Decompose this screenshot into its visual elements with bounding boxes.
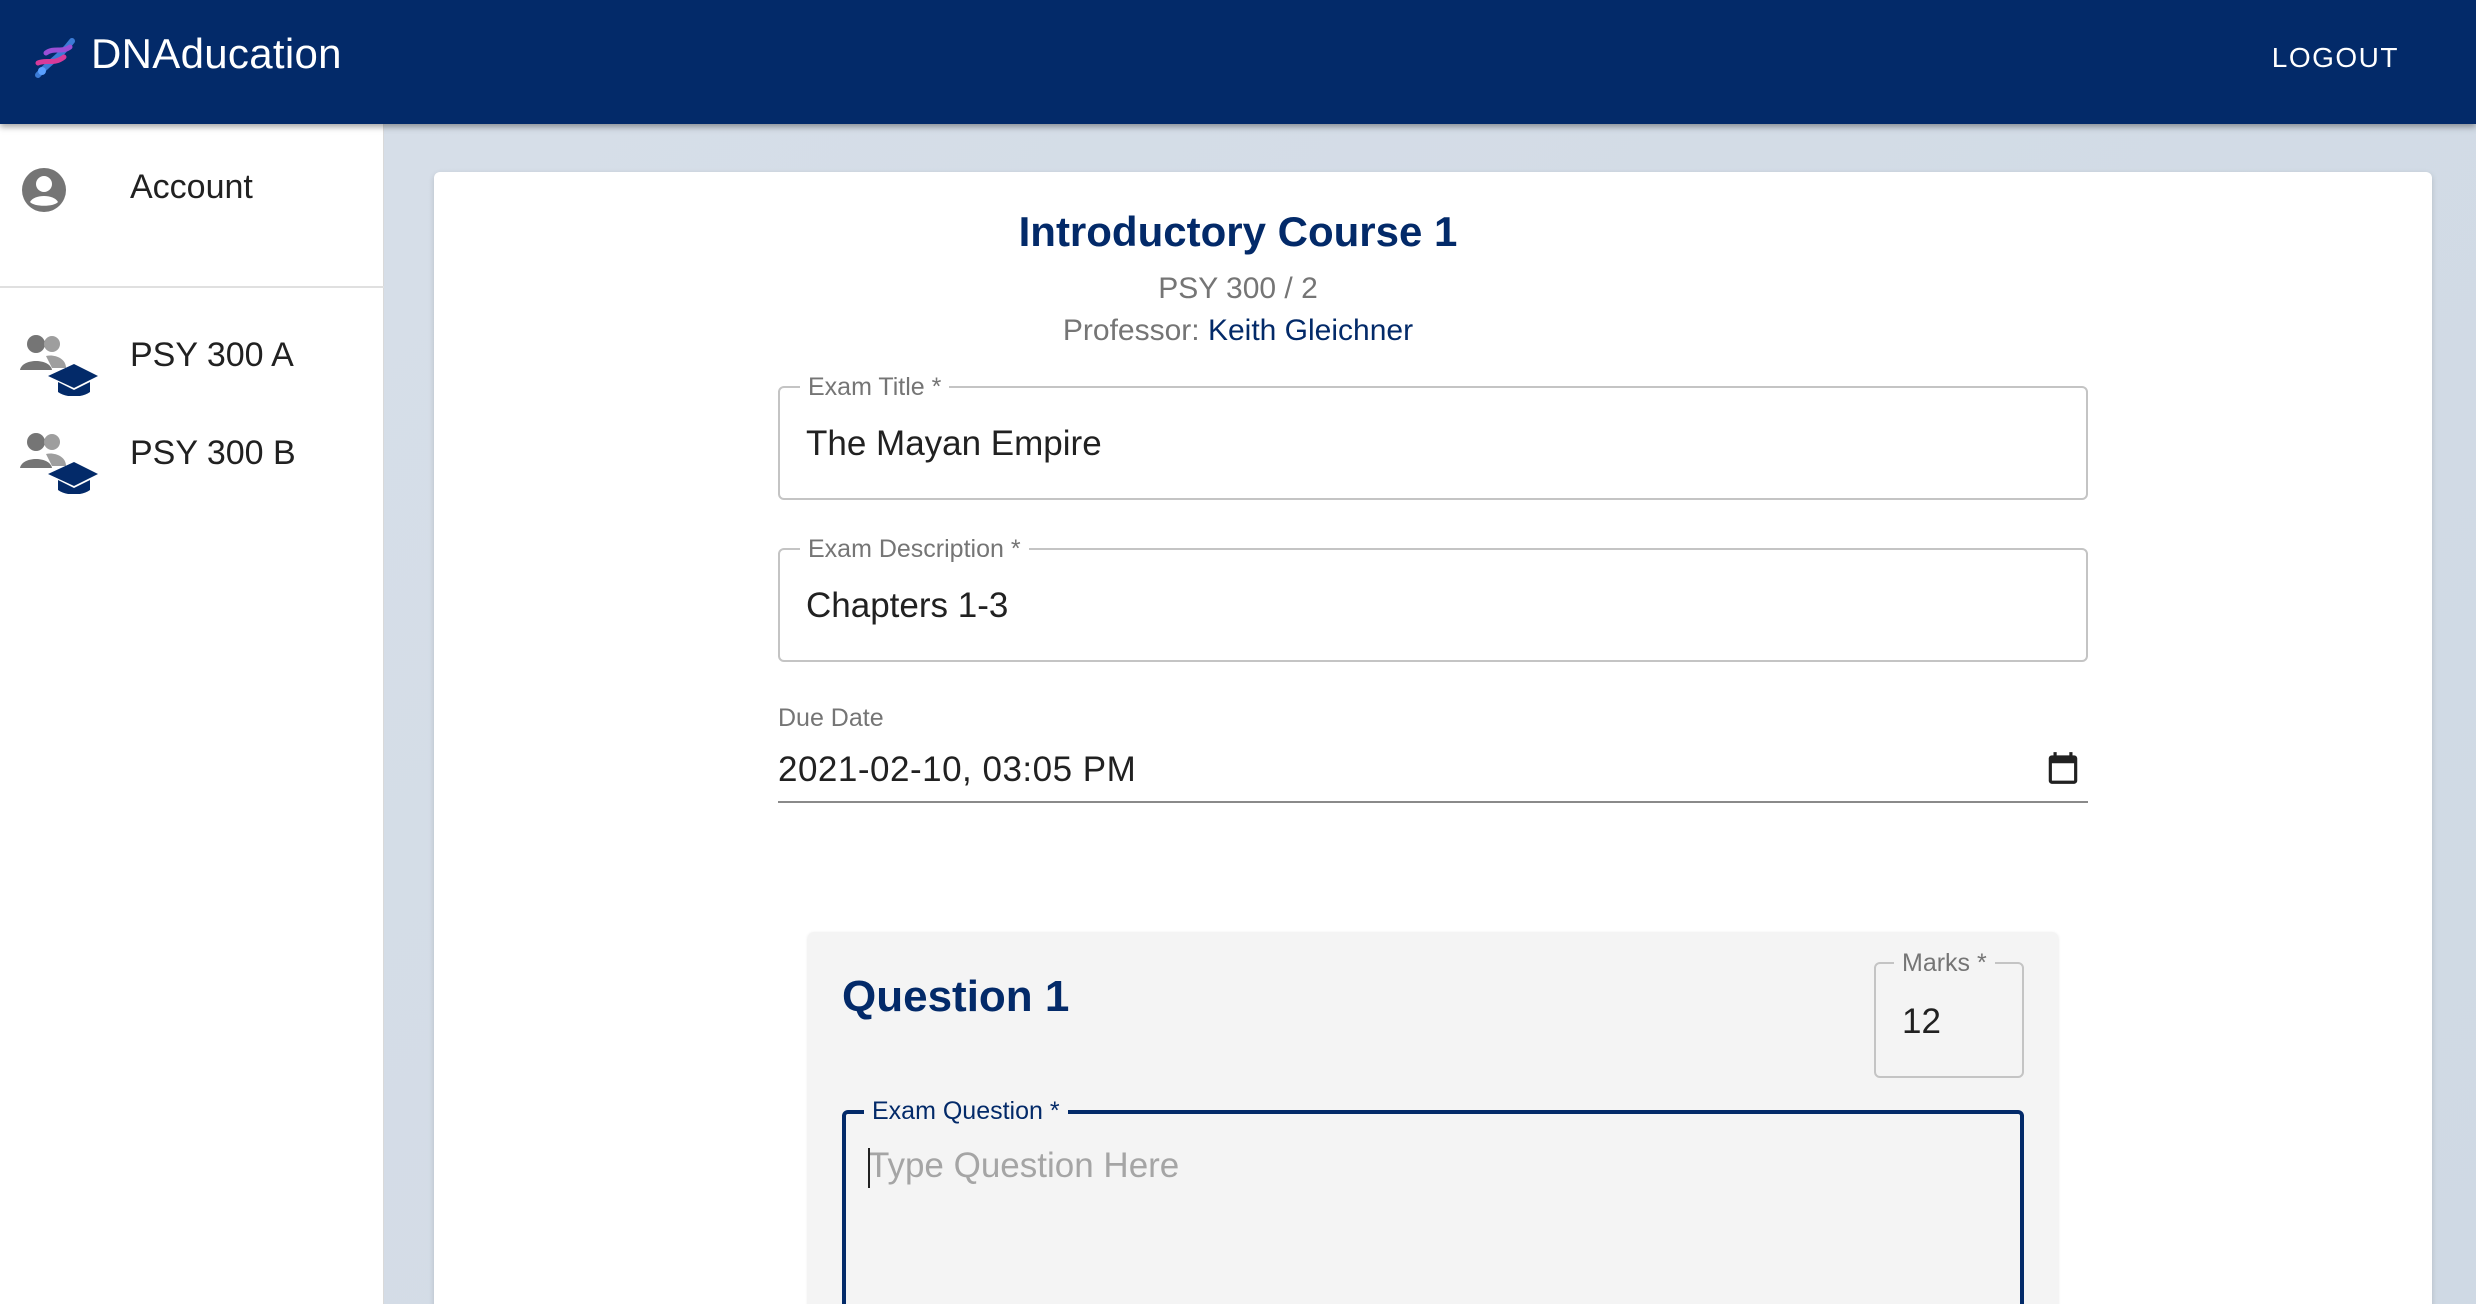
dna-logo-icon [35,38,75,78]
marks-value[interactable]: 12 [1902,1002,1941,1042]
exam-question-field[interactable]: Exam Question * [842,1096,2024,1304]
course-title: Introductory Course 1 [1018,208,1458,255]
exam-title-value[interactable]: The Mayan Empire [806,424,1102,464]
due-date-input[interactable]: 2021-02-10, 03:05 PM [778,750,1136,790]
due-date-label: Due Date [778,704,884,732]
exam-question-input[interactable] [868,1146,1988,1304]
exam-question-label: Exam Question * [864,1096,1068,1126]
sidebar-item-psy-300-b[interactable]: PSY 300 B [0,428,384,508]
due-date-underline [778,801,2088,803]
professor-label: Professor: [1062,314,1200,347]
exam-description-field[interactable]: Exam Description * Chapters 1-3 [778,534,2088,662]
app-bar: DNAducation LOGOUT [0,0,2476,124]
exam-description-label: Exam Description * [800,534,1029,564]
logout-button[interactable]: LOGOUT [2272,42,2399,74]
sidebar-item-label: Account [130,168,253,206]
exam-title-field[interactable]: Exam Title * The Mayan Empire [778,372,2088,500]
question-title: Question 1 [842,972,1070,1021]
class-group-icon [20,433,98,494]
exam-title-label: Exam Title * [800,372,950,402]
calendar-icon[interactable] [2044,748,2082,788]
text-caret [868,1148,870,1188]
sidebar-item-label: PSY 300 B [130,434,296,472]
professor-name: Keith Gleichner [1207,314,1414,347]
app-brand[interactable]: DNAducation [91,30,342,78]
professor-line: Professor: Keith Gleichner [0,314,2476,348]
marks-field[interactable]: Marks * 12 [1874,948,2024,1078]
course-code: PSY 300 / 2 [1158,272,1318,305]
exam-description-value[interactable]: Chapters 1-3 [806,586,1008,626]
marks-label: Marks * [1894,948,1995,978]
